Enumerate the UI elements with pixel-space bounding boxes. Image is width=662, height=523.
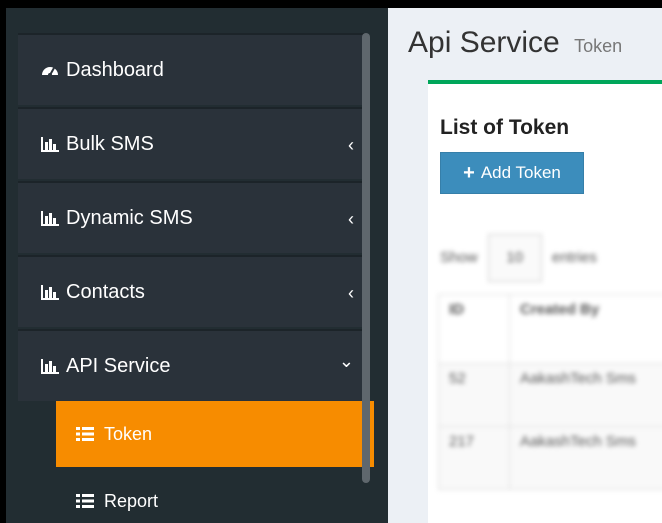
list-icon xyxy=(76,427,94,441)
content-area: Api Service Token List of Token + Add To… xyxy=(388,8,662,523)
box-title: List of Token xyxy=(440,116,570,139)
column-header-created-by[interactable]: Created By xyxy=(509,294,662,364)
bar-chart-icon xyxy=(40,208,60,228)
cell-id: 217 xyxy=(438,426,510,490)
sidebar-item-dynamic-sms[interactable]: Dynamic SMS ‹ xyxy=(18,181,368,253)
sidebar-item-label: Dynamic SMS xyxy=(66,206,193,229)
page-subtitle: Token xyxy=(574,36,623,56)
chevron-left-icon: ‹ xyxy=(348,209,354,229)
page-length-select[interactable]: 10 xyxy=(487,234,542,282)
entries-label: entries xyxy=(551,248,597,266)
sidebar-item-api-service[interactable]: API Service ⌄ xyxy=(18,329,368,401)
chevron-left-icon: ‹ xyxy=(348,283,354,303)
bar-chart-icon xyxy=(40,282,60,302)
list-icon xyxy=(76,494,94,508)
sidebar-item-label: Dashboard xyxy=(66,58,164,81)
token-list-box: List of Token + Add Token Show 10 entrie… xyxy=(428,80,662,523)
sidebar-item-label: Bulk SMS xyxy=(66,132,154,155)
sidebar-item-label: API Service xyxy=(66,354,171,377)
column-header-id[interactable]: ID xyxy=(438,294,510,364)
sidebar-item-dashboard[interactable]: Dashboard xyxy=(18,33,368,105)
sidebar-item-bulk-sms[interactable]: Bulk SMS ‹ xyxy=(18,107,368,179)
chevron-left-icon: ‹ xyxy=(348,135,354,155)
page-title-text: Api Service xyxy=(408,26,560,59)
app-window: Dashboard Bulk SMS ‹ Dynamic SMS ‹ Conta… xyxy=(6,8,662,523)
sidebar-subitem-token[interactable]: Token xyxy=(56,401,374,467)
bar-chart-icon xyxy=(40,356,60,376)
show-label: Show xyxy=(440,248,478,266)
table-row[interactable]: 217 AakashTech Sms xyxy=(438,426,662,490)
cell-created-by: AakashTech Sms xyxy=(509,363,662,427)
cell-created-by: AakashTech Sms xyxy=(509,426,662,490)
page-length-control: Show 10 entries xyxy=(440,234,597,282)
chevron-down-icon: ⌄ xyxy=(338,351,354,371)
sidebar: Dashboard Bulk SMS ‹ Dynamic SMS ‹ Conta… xyxy=(6,8,388,523)
table-header-row: ID Created By xyxy=(438,294,662,364)
sidebar-item-label: Contacts xyxy=(66,280,145,303)
sidebar-item-contacts[interactable]: Contacts ‹ xyxy=(18,255,368,327)
page-title: Api Service Token xyxy=(408,26,622,60)
token-table: ID Created By 52 AakashTech Sms 217 Aaka… xyxy=(438,294,662,490)
sidebar-subitem-label: Token xyxy=(104,423,153,444)
cell-id: 52 xyxy=(438,363,510,427)
sidebar-subitem-label: Report xyxy=(104,490,159,511)
plus-icon: + xyxy=(463,161,475,184)
dashboard-icon xyxy=(40,60,60,80)
add-token-button[interactable]: + Add Token xyxy=(440,152,584,194)
sidebar-subitem-report[interactable]: Report xyxy=(56,468,374,523)
table-row[interactable]: 52 AakashTech Sms xyxy=(438,363,662,427)
sidebar-scrollbar[interactable] xyxy=(362,33,370,483)
bar-chart-icon xyxy=(40,134,60,154)
add-token-label: Add Token xyxy=(480,163,561,182)
